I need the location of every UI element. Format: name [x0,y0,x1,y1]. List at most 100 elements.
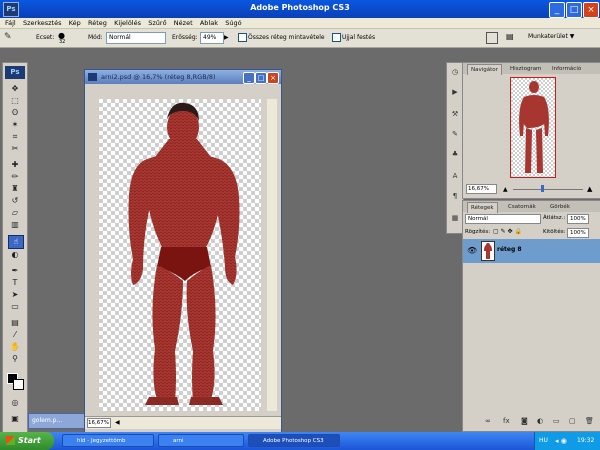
eye-icon[interactable]: 👁 [467,246,477,255]
path-selection-tool-icon[interactable]: ➤ [8,289,22,301]
menu-layer[interactable]: Réteg [88,18,107,28]
tray-icons[interactable]: ◂ ◉ [555,432,567,450]
paragraph-panel-icon[interactable]: ¶ [450,191,460,201]
menu-filter[interactable]: Szűrő [148,18,166,28]
zoom-tool-icon[interactable]: ⚲ [8,353,22,365]
tab-channels[interactable]: Csatornák [505,202,539,212]
doc-maximize-button[interactable]: □ [255,72,267,84]
link-layers-icon[interactable]: ∞ [485,417,491,425]
layer-comps-icon[interactable]: ▦ [450,213,460,223]
layer-style-icon[interactable]: fx [503,417,510,425]
doc-minimize-button[interactable]: _ [243,72,255,84]
eyedropper-tool-icon[interactable]: ⁄ [8,329,22,341]
document-title-bar[interactable]: arni2.psd @ 16,7% (réteg 8,RGB/8) _ □ × [85,70,281,84]
gradient-tool-icon[interactable]: ▥ [8,219,22,231]
tab-navigator[interactable]: Navigátor [467,64,502,75]
start-button[interactable]: Start [0,432,54,450]
brush-size: 32 [59,39,66,45]
strength-input[interactable]: 49% [200,32,224,44]
adjustment-layer-icon[interactable]: ◐ [537,417,543,425]
close-button[interactable]: × [583,2,599,18]
tab-curves[interactable]: Görbék [547,202,573,212]
actions-panel-icon[interactable]: ▶ [450,87,460,97]
document-zoom-field[interactable]: 16,67% [87,418,111,428]
doc-close-button[interactable]: × [267,72,279,84]
vertical-scrollbar[interactable] [267,99,277,411]
healing-brush-tool-icon[interactable]: ✚ [8,159,22,171]
screen-mode-icon[interactable]: ▣ [8,413,22,425]
start-label: Start [18,436,41,445]
notes-tool-icon[interactable]: ▤ [8,317,22,329]
background-color-swatch[interactable] [13,379,24,390]
finger-paint-label: Ujjal festés [342,34,376,41]
type-tool-icon[interactable]: T [8,277,22,289]
dodge-tool-icon[interactable]: ◐ [8,249,22,261]
hand-tool-icon[interactable]: ✋ [8,341,22,353]
tab-info[interactable]: Információ [549,64,584,74]
zoom-slider-handle[interactable] [541,185,544,192]
pen-tool-icon[interactable]: ✒ [8,265,22,277]
taskbar-item-notepad[interactable]: hld - Jegyzettömb [62,434,154,447]
shape-tool-icon[interactable]: ▭ [8,301,22,313]
minimize-button[interactable]: _ [549,2,565,18]
sample-all-checkbox[interactable] [238,33,247,42]
lock-icons[interactable]: ▢ ✎ ✥ 🔒 [493,228,522,235]
zoom-in-icon[interactable]: ▲ [587,185,592,193]
navigator-thumbnail[interactable] [510,77,556,178]
chevron-right-icon[interactable]: ▶ [224,34,229,41]
smudge-tool-icon[interactable]: ☝ [8,235,24,249]
blend-mode-select[interactable]: Normál [465,214,541,224]
mode-select[interactable]: Normál [106,32,166,44]
history-brush-tool-icon[interactable]: ↺ [8,195,22,207]
zoom-slider-track[interactable] [513,189,583,190]
menu-help[interactable]: Súgó [225,18,241,28]
toolbox-logo-icon: Ps [5,66,25,79]
bridge-icon[interactable]: ▤ [506,32,514,41]
history-panel-icon[interactable]: ◷ [450,67,460,77]
magic-wand-tool-icon[interactable]: ✶ [8,119,22,131]
tab-layers[interactable]: Rétegek [467,202,498,213]
status-arrow-icon[interactable]: ◀ [115,419,120,426]
taskbar-item-folder[interactable]: arni [158,434,244,447]
fill-input[interactable]: 100% [567,228,589,238]
language-indicator[interactable]: HU [539,432,548,450]
menu-select[interactable]: Kijelölés [114,18,141,28]
lasso-tool-icon[interactable]: ʘ [8,107,22,119]
zoom-out-icon[interactable]: ▲ [503,186,508,193]
character-panel-icon[interactable]: A [450,171,460,181]
navigator-zoom-field[interactable]: 16,67% [466,184,497,194]
layer-row[interactable]: 👁 réteg 8 [463,239,600,263]
finger-paint-checkbox[interactable] [332,33,341,42]
minimized-document[interactable]: golem.p... [28,413,86,429]
taskbar-item-photoshop[interactable]: Adobe Photoshop CS3 [248,434,340,447]
trash-icon[interactable]: 🗑 [585,417,594,425]
marquee-tool-icon[interactable]: ⬚ [8,95,22,107]
menu-view[interactable]: Nézet [174,18,193,28]
maximize-button[interactable]: □ [566,2,582,18]
file-browser-icon[interactable] [486,32,498,44]
document-canvas[interactable] [99,99,261,411]
layer-mask-icon[interactable]: ◙ [521,417,528,425]
layer-thumbnail-image [484,243,492,259]
clone-stamp-tool-icon[interactable]: ♜ [8,183,22,195]
brushes-panel-icon[interactable]: ✎ [450,129,460,139]
crop-tool-icon[interactable]: ⌗ [8,131,22,143]
menu-file[interactable]: Fájl [5,18,16,28]
new-layer-icon[interactable]: ▢ [569,417,576,425]
clone-source-icon[interactable]: ♣ [450,149,460,159]
tab-histogram[interactable]: Hisztogram [507,64,544,74]
new-group-icon[interactable]: ▭ [553,417,560,425]
menu-window[interactable]: Ablak [200,18,218,28]
quick-mask-icon[interactable]: ◎ [8,397,22,409]
menu-image[interactable]: Kép [69,18,81,28]
brush-tool-icon[interactable]: ✏ [8,171,22,183]
toolbox: Ps ✥ ⬚ ʘ ✶ ⌗ ✂ ✚ ✏ ♜ ↺ ▱ ▥ ☝ ◐ ✒ T ➤ ▭ ▤… [2,62,28,434]
opacity-input[interactable]: 100% [567,214,589,224]
move-tool-icon[interactable]: ✥ [8,83,22,95]
slice-tool-icon[interactable]: ✂ [8,143,22,155]
tool-presets-icon[interactable]: ⚒ [450,109,460,119]
workspace-menu[interactable]: Munkaterület ▼ [528,33,574,40]
smudge-tool-icon[interactable]: ✎ [4,32,20,44]
eraser-tool-icon[interactable]: ▱ [8,207,22,219]
menu-edit[interactable]: Szerkesztés [23,18,61,28]
